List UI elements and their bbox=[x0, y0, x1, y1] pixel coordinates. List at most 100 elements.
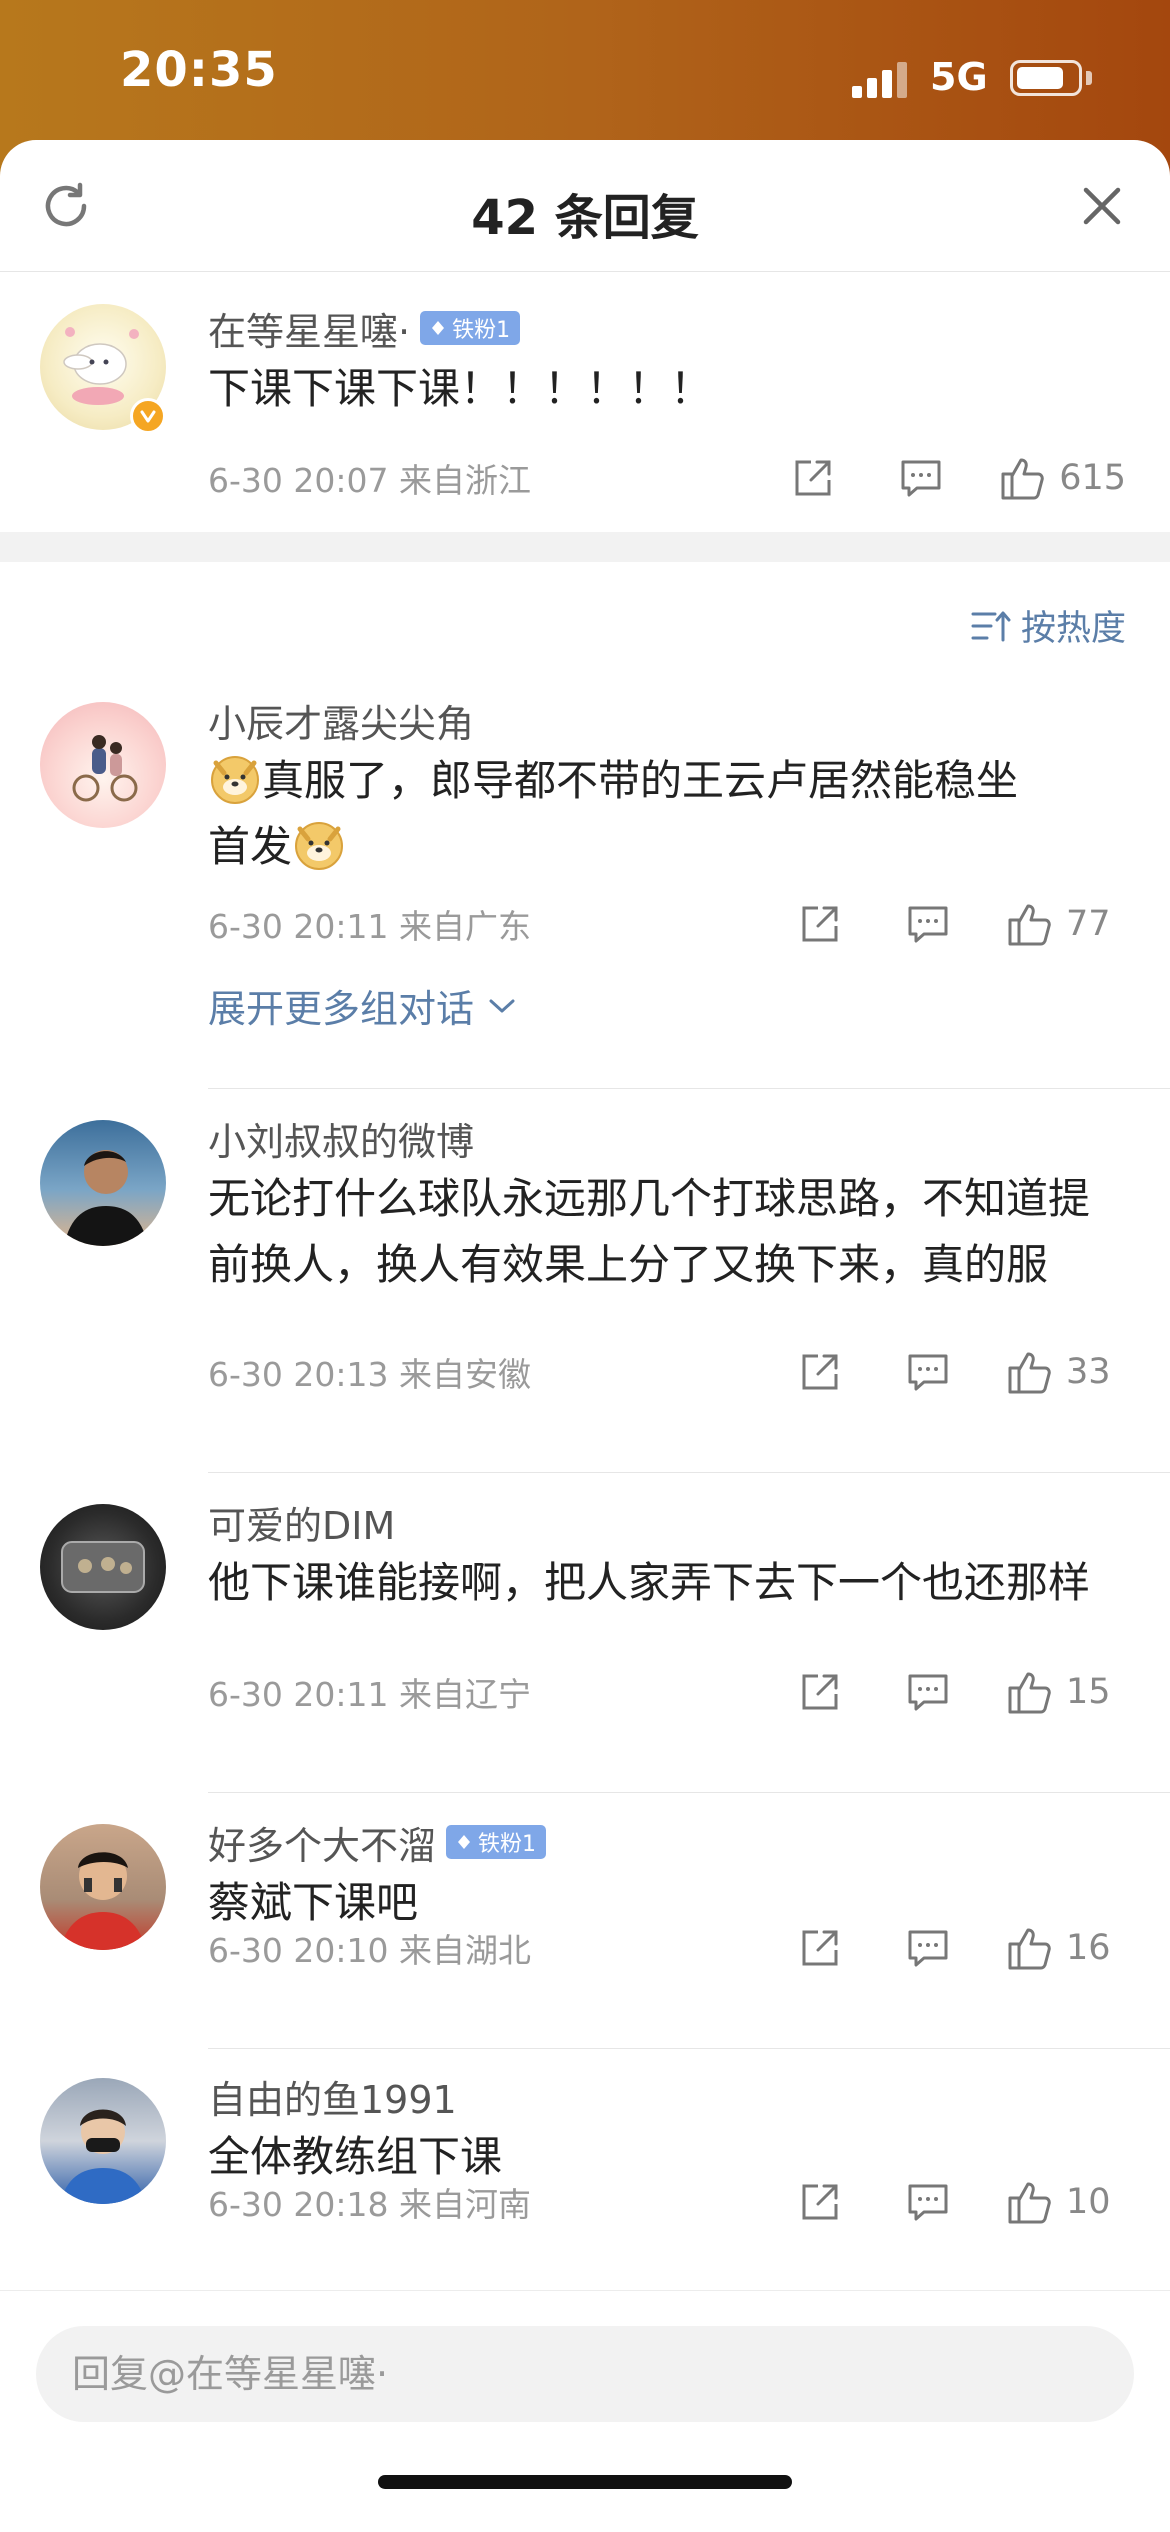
comment-text-part: 首发 bbox=[208, 822, 293, 871]
comment-meta: 6-30 20:18 来自河南 10 bbox=[208, 2172, 1126, 2232]
share-button[interactable] bbox=[798, 902, 842, 946]
comment-text: 他下课谁能接啊，把人家弄下去下一个也还那样 bbox=[208, 1558, 1091, 1607]
doge-emoji-icon bbox=[211, 756, 259, 804]
fan-badge: 铁粉1 bbox=[420, 311, 521, 345]
comment-author[interactable]: 在等星星噻· 铁粉1 bbox=[208, 300, 1126, 356]
like-button[interactable]: 615 bbox=[999, 454, 1126, 502]
verified-icon bbox=[130, 398, 166, 434]
share-icon bbox=[802, 1930, 838, 1966]
comment-text: 下课下课下课！！！！！！ bbox=[208, 364, 713, 413]
like-button[interactable]: 16 bbox=[1006, 1924, 1126, 1972]
comment-meta: 6-30 20:11 来自辽宁 15 bbox=[208, 1662, 1126, 1722]
comment-author[interactable]: 可爱的DIM bbox=[208, 1494, 1126, 1550]
status-bar: 20:35 5G bbox=[0, 0, 1170, 145]
author-name[interactable]: 好多个大不溜 bbox=[208, 1815, 436, 1870]
sort-bar: 按热度 bbox=[0, 562, 1170, 672]
like-button[interactable]: 77 bbox=[1006, 900, 1126, 948]
comment-meta: 6-30 20:10 来自湖北 16 bbox=[208, 1918, 1126, 1978]
comment-author[interactable]: 小刘叔叔的微博 bbox=[208, 1110, 1126, 1166]
thumbs-up-icon bbox=[1001, 458, 1044, 500]
sort-label: 按热度 bbox=[1020, 609, 1126, 649]
comment-button[interactable] bbox=[906, 1350, 950, 1394]
share-icon bbox=[802, 1674, 838, 1710]
row-divider bbox=[208, 2048, 1170, 2049]
avatar[interactable] bbox=[40, 1504, 166, 1630]
thumbs-up-icon bbox=[1008, 2182, 1051, 2224]
comment-button[interactable] bbox=[899, 456, 943, 500]
share-icon bbox=[802, 1354, 838, 1390]
comment-item: 可爱的DIM 他下课谁能接啊，把人家弄下去下一个也还那样 6-30 20:11 … bbox=[0, 1474, 1170, 1794]
comment-button[interactable] bbox=[906, 2180, 950, 2224]
like-count: 10 bbox=[1066, 2182, 1111, 2222]
comment-text: 真服了，郎导都不带的王云卢居然能稳坐 首发 bbox=[208, 748, 1126, 880]
share-button[interactable] bbox=[798, 1926, 842, 1970]
home-indicator bbox=[378, 2475, 792, 2489]
chevron-down-icon bbox=[489, 999, 515, 1012]
diamond-icon bbox=[432, 321, 445, 335]
comment-meta: 6-30 20:07 来自浙江 615 bbox=[208, 448, 1126, 508]
comment-item: 小辰才露尖尖角 真服了，郎导都不带的王云卢居然能稳坐 首发 6-30 20:11… bbox=[0, 672, 1170, 1090]
like-button[interactable]: 15 bbox=[1006, 1668, 1126, 1716]
avatar[interactable] bbox=[40, 702, 166, 828]
comment-time-location: 6-30 20:18 来自河南 bbox=[208, 2185, 531, 2224]
replies-sheet: 42 条回复 在等星星噻· 铁粉1 下课下课下课！！！！！！ 6-30 20:0… bbox=[0, 140, 1170, 2532]
comment-author[interactable]: 小辰才露尖尖角 bbox=[208, 692, 1126, 748]
doge-emoji-icon bbox=[295, 822, 344, 870]
like-count: 33 bbox=[1066, 1352, 1111, 1392]
comment-time-location: 6-30 20:13 来自安徽 bbox=[208, 1355, 531, 1394]
share-button[interactable] bbox=[798, 1350, 842, 1394]
thumbs-up-icon bbox=[1008, 1928, 1051, 1970]
section-divider bbox=[0, 532, 1170, 562]
author-name[interactable]: 在等星星噻· bbox=[208, 301, 410, 356]
comment-button[interactable] bbox=[906, 902, 950, 946]
comment-icon bbox=[908, 2184, 948, 2221]
badge-label: 铁粉1 bbox=[452, 318, 511, 343]
avatar[interactable] bbox=[40, 1824, 166, 1950]
comment-icon bbox=[901, 460, 941, 497]
row-divider bbox=[208, 1792, 1170, 1793]
avatar[interactable] bbox=[40, 1120, 166, 1246]
comment-author[interactable]: 好多个大不溜 铁粉1 bbox=[208, 1814, 1126, 1870]
comment-item: 小刘叔叔的微博 无论打什么球队永远那几个打球思路，不知道提前换人，换人有效果上分… bbox=[0, 1090, 1170, 1474]
comment-button[interactable] bbox=[906, 1926, 950, 1970]
share-button[interactable] bbox=[798, 2180, 842, 2224]
root-comment: 在等星星噻· 铁粉1 下课下课下课！！！！！！ 6-30 20:07 来自浙江 bbox=[0, 272, 1170, 532]
comment-icon bbox=[908, 1930, 948, 1967]
expand-conversation-link[interactable]: 展开更多组对话 bbox=[208, 978, 516, 1033]
comment-author[interactable]: 自由的鱼1991 bbox=[208, 2068, 1126, 2124]
thumbs-up-icon bbox=[1008, 1672, 1051, 1714]
like-count: 615 bbox=[1059, 458, 1126, 498]
badge-label: 铁粉1 bbox=[478, 1832, 537, 1857]
comment-meta: 6-30 20:13 来自安徽 33 bbox=[208, 1342, 1126, 1402]
battery-icon bbox=[1010, 60, 1082, 96]
comment-button[interactable] bbox=[906, 1670, 950, 1714]
share-button[interactable] bbox=[791, 456, 835, 500]
thumbs-up-icon bbox=[1008, 904, 1051, 946]
share-icon bbox=[802, 2184, 838, 2220]
sort-button[interactable]: 按热度 bbox=[971, 600, 1126, 651]
sheet-title: 42 条回复 bbox=[471, 190, 699, 246]
share-icon bbox=[802, 906, 838, 942]
like-button[interactable]: 33 bbox=[1006, 1348, 1126, 1396]
sheet-header: 42 条回复 bbox=[0, 140, 1170, 272]
comment-text-part: 真服了，郎导都不带的王云卢居然能稳坐 bbox=[262, 756, 1019, 805]
comment-time-location: 6-30 20:10 来自湖北 bbox=[208, 1931, 531, 1970]
share-button[interactable] bbox=[798, 1670, 842, 1714]
comment-icon bbox=[908, 1674, 948, 1711]
comment-item: 好多个大不溜 铁粉1 蔡斌下课吧 6-30 20:10 来自湖北 16 bbox=[0, 1794, 1170, 2050]
comment-time-location: 6-30 20:07 来自浙江 bbox=[208, 461, 531, 500]
signal-icon bbox=[852, 58, 908, 98]
like-button[interactable]: 10 bbox=[1006, 2178, 1126, 2226]
like-count: 77 bbox=[1066, 904, 1111, 944]
like-count: 15 bbox=[1066, 1672, 1111, 1712]
comment-item: 自由的鱼1991 全体教练组下课 6-30 20:18 来自河南 10 bbox=[0, 2050, 1170, 2290]
avatar[interactable] bbox=[40, 2078, 166, 2204]
like-count: 16 bbox=[1066, 1928, 1111, 1968]
thumbs-up-icon bbox=[1008, 1352, 1051, 1394]
close-icon[interactable] bbox=[1078, 182, 1126, 230]
reply-bar bbox=[0, 2290, 1170, 2532]
row-divider bbox=[208, 1088, 1170, 1089]
comment-time-location: 6-30 20:11 来自广东 bbox=[208, 907, 531, 946]
status-time: 20:35 bbox=[120, 42, 278, 98]
reply-input[interactable] bbox=[36, 2326, 1134, 2422]
